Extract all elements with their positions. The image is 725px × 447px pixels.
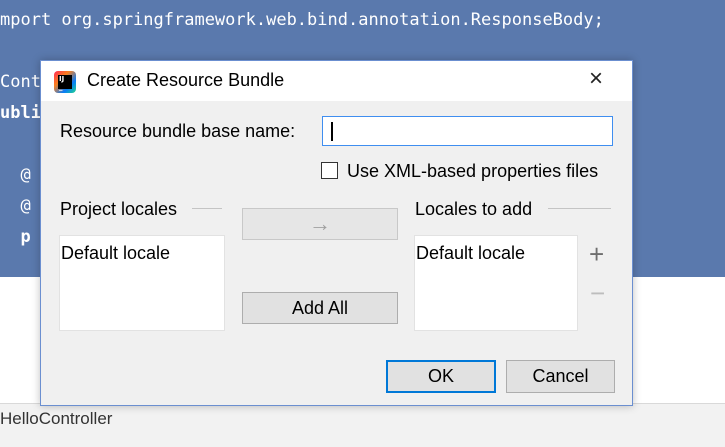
create-resource-bundle-dialog: IJ _ Create Resource Bundle × Resource bu… bbox=[40, 60, 633, 406]
code-line: Cont bbox=[0, 72, 41, 92]
move-right-button[interactable]: → bbox=[242, 208, 398, 240]
intellij-app-icon: IJ _ bbox=[54, 71, 76, 93]
dialog-titlebar[interactable]: IJ _ Create Resource Bundle × bbox=[41, 61, 632, 101]
arrow-right-icon: → bbox=[309, 211, 331, 236]
base-name-label: Resource bundle base name: bbox=[60, 121, 296, 141]
project-locales-list[interactable]: Default locale bbox=[59, 235, 225, 331]
close-icon[interactable]: × bbox=[589, 65, 603, 93]
add-icon[interactable]: + bbox=[589, 241, 604, 267]
code-line: ubli bbox=[0, 103, 41, 123]
list-item[interactable]: Default locale bbox=[61, 243, 170, 264]
xml-properties-label[interactable]: Use XML-based properties files bbox=[347, 161, 598, 182]
status-bar: HelloController bbox=[0, 403, 725, 447]
base-name-input[interactable] bbox=[322, 116, 613, 146]
dialog-title: Create Resource Bundle bbox=[87, 70, 285, 90]
text-caret bbox=[331, 122, 333, 141]
cancel-button[interactable]: Cancel bbox=[506, 360, 615, 393]
project-locales-label: Project locales bbox=[60, 199, 178, 219]
ok-button[interactable]: OK bbox=[386, 360, 496, 393]
add-all-button[interactable]: Add All bbox=[242, 292, 398, 324]
remove-icon[interactable]: − bbox=[590, 280, 605, 306]
locales-to-add-list[interactable]: Default locale bbox=[414, 235, 578, 331]
separator bbox=[192, 208, 222, 209]
xml-properties-checkbox[interactable] bbox=[321, 162, 338, 179]
code-line: p bbox=[0, 227, 31, 247]
locales-to-add-label: Locales to add bbox=[415, 199, 533, 219]
code-line: @ bbox=[0, 196, 31, 216]
list-item[interactable]: Default locale bbox=[416, 243, 525, 264]
code-line: @ bbox=[0, 165, 31, 185]
code-line: mport org.springframework.web.bind.annot… bbox=[0, 10, 604, 30]
separator bbox=[548, 208, 611, 209]
status-bar-text[interactable]: HelloController bbox=[0, 409, 112, 429]
